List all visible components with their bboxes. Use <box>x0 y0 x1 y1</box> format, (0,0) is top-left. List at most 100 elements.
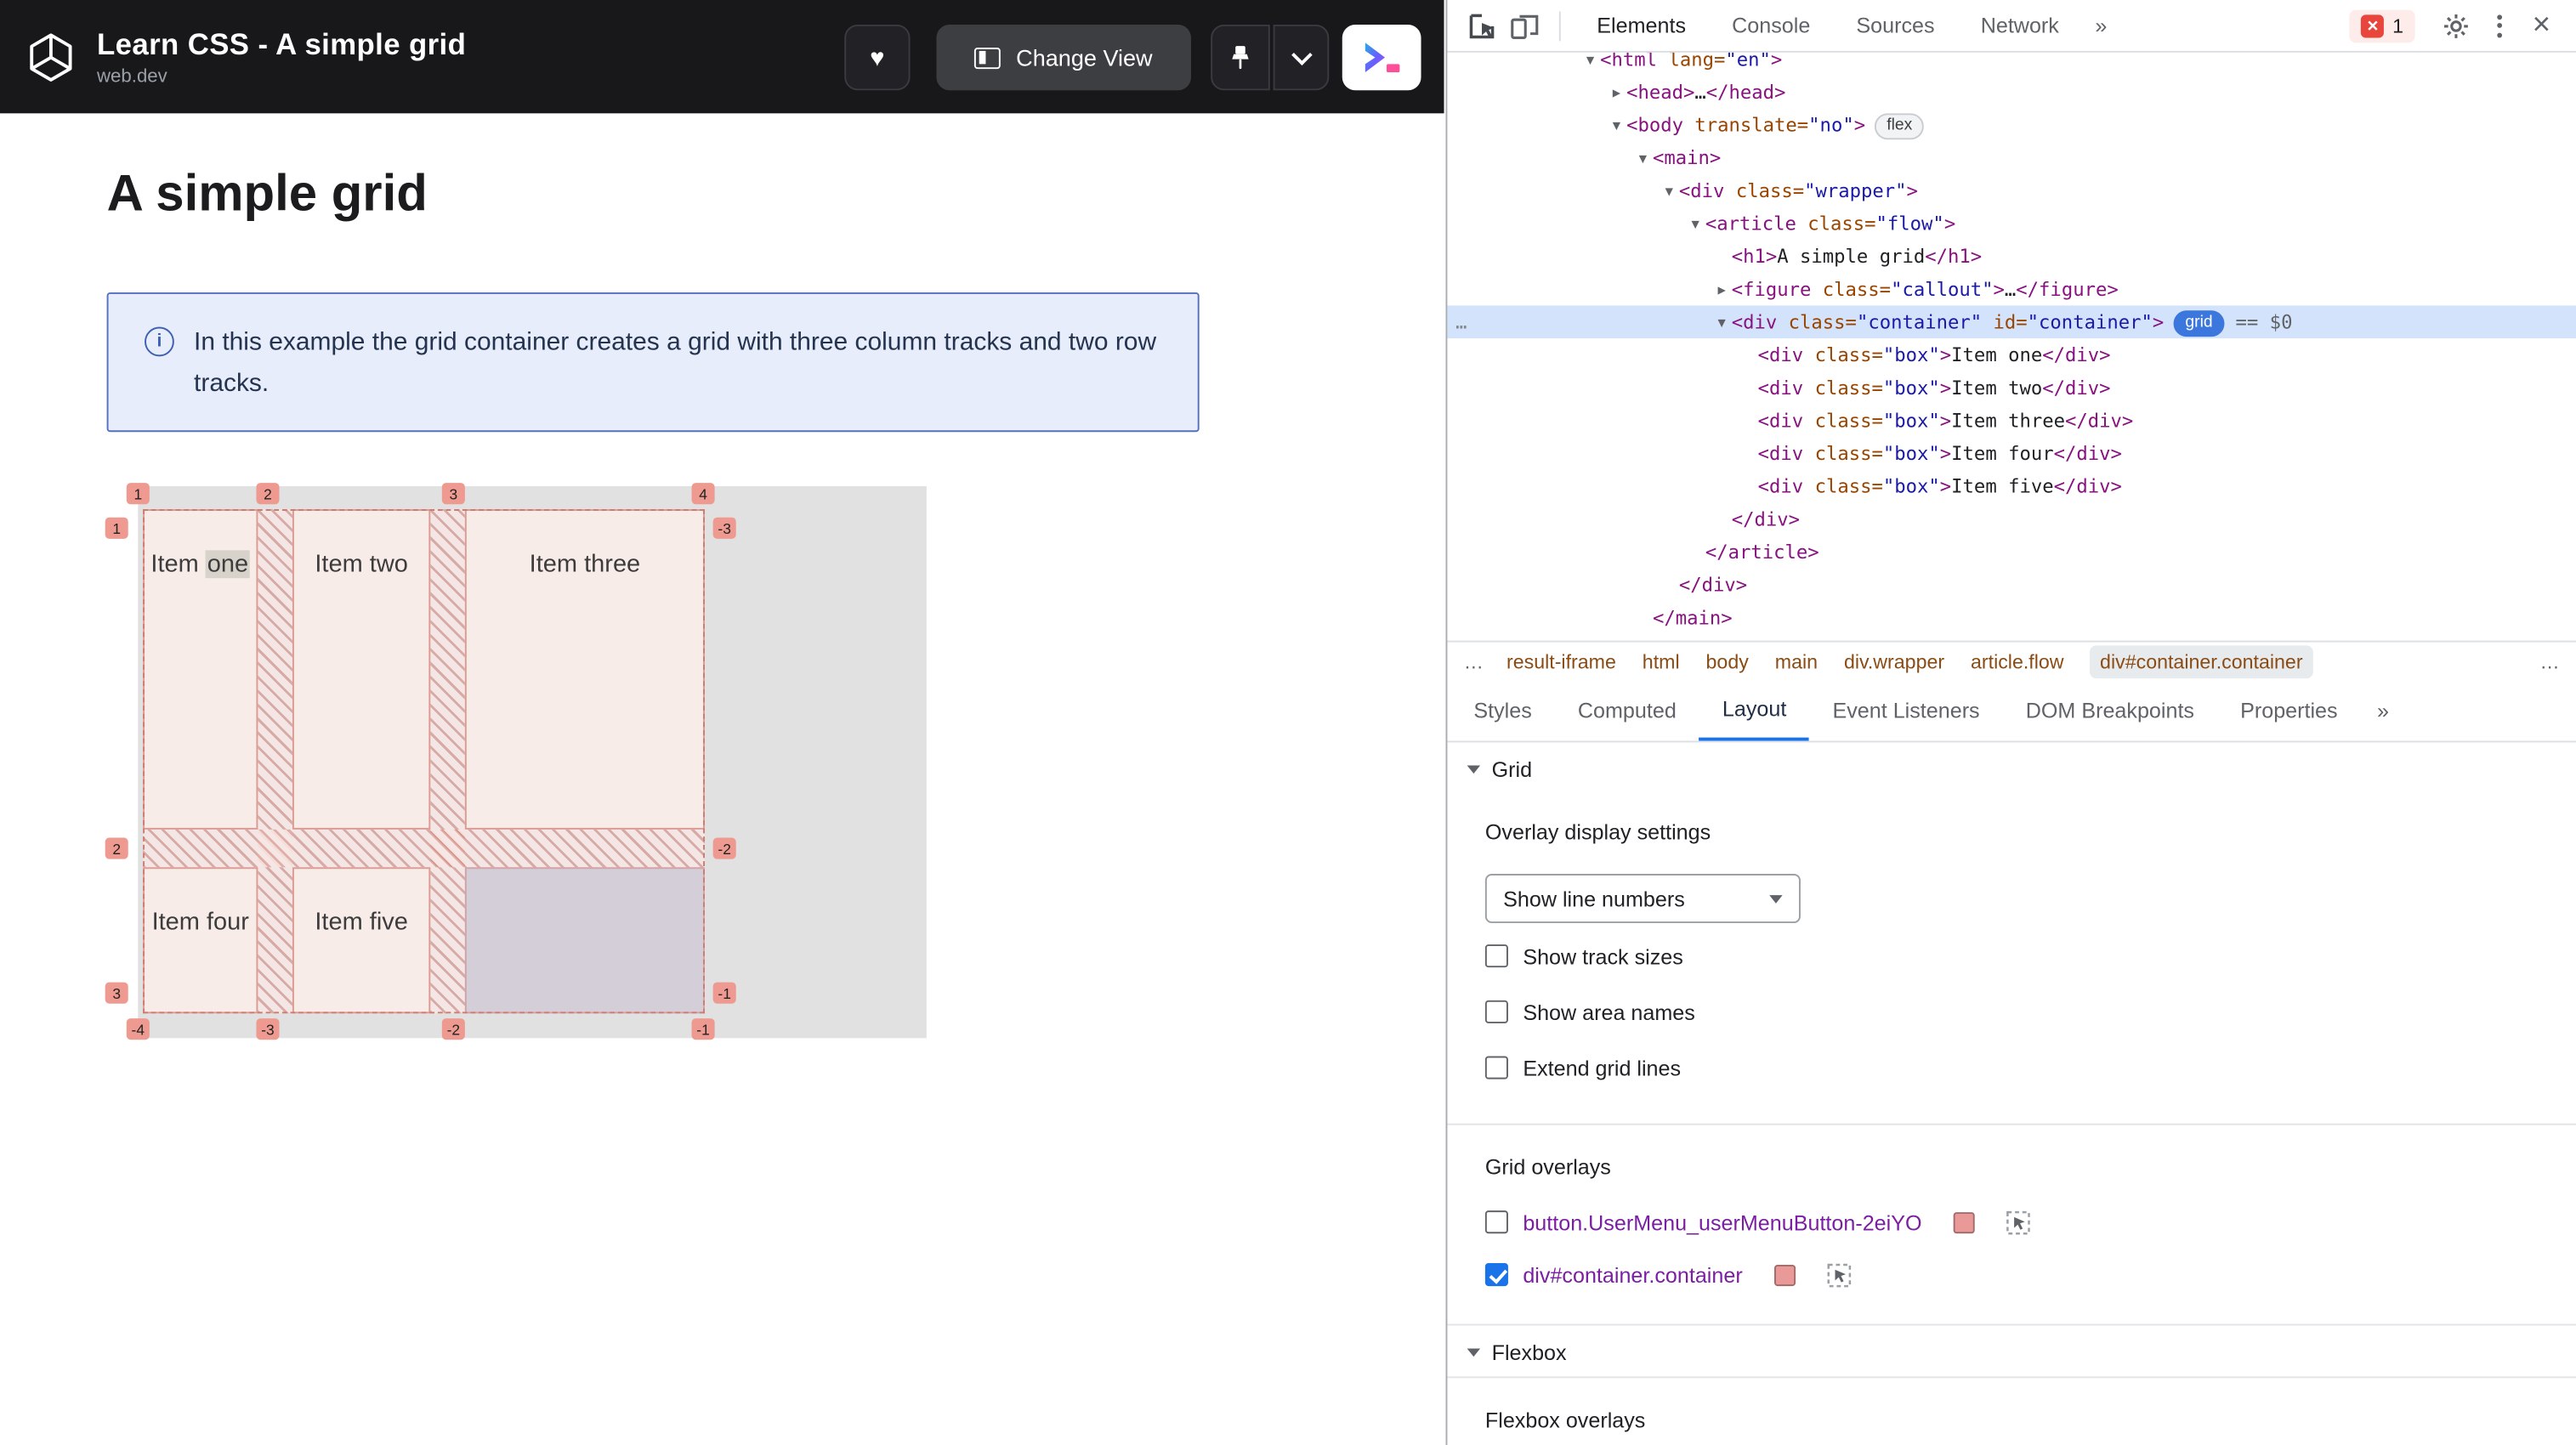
tab-dom-breakpoints[interactable]: DOM Breakpoints <box>2003 682 2217 741</box>
breadcrumb-item[interactable]: html <box>1643 650 1680 673</box>
dom-tree-line[interactable]: ▼ <div class="wrapper"> <box>1447 174 2576 207</box>
settings-button[interactable] <box>2435 4 2477 47</box>
pin-button[interactable] <box>1211 24 1270 91</box>
flexbox-section-header[interactable]: Flexbox <box>1447 1329 2576 1374</box>
grid-section-header[interactable]: Grid <box>1447 745 2576 791</box>
layout-option-row[interactable]: Extend grid lines <box>1447 1048 2576 1087</box>
remix-button[interactable] <box>1342 24 1421 91</box>
tab-layout[interactable]: Layout <box>1699 682 1810 741</box>
flex-badge[interactable]: flex <box>1875 113 1924 140</box>
dom-tree-line[interactable]: <div class="box">Item four</div> <box>1447 437 2576 470</box>
checkbox[interactable] <box>1484 944 1508 968</box>
dom-tree-line[interactable]: ▼ <main> <box>1447 141 2576 174</box>
tab-properties[interactable]: Properties <box>2217 682 2361 741</box>
dom-tree-line[interactable]: ▼ <article class="flow"> <box>1447 207 2576 240</box>
collapse-arrow-icon[interactable]: ▼ <box>1607 110 1626 143</box>
dom-tree-line[interactable]: </div> <box>1447 502 2576 536</box>
error-badge[interactable]: ✕ 1 <box>2349 8 2415 42</box>
device-toolbar-button[interactable] <box>1503 4 1546 47</box>
code-token: > <box>1993 277 2005 301</box>
checkbox[interactable] <box>1484 1263 1508 1287</box>
change-view-label: Change View <box>1016 44 1153 71</box>
site-name[interactable]: web.dev <box>97 66 466 86</box>
header-actions: ♥ Change View <box>844 24 1421 91</box>
overlay-color-swatch[interactable] <box>1953 1211 1975 1233</box>
devtools-tab-console[interactable]: Console <box>1709 0 1833 52</box>
overlay-element-label[interactable]: div#container.container <box>1523 1262 1742 1287</box>
collapse-arrow-icon[interactable]: ▼ <box>1686 208 1705 241</box>
breadcrumb-item[interactable]: main <box>1775 650 1818 673</box>
flexbox-overlays-title: Flexbox overlays <box>1484 1408 1646 1433</box>
tab-styles[interactable]: Styles <box>1450 682 1555 741</box>
dom-tree-line[interactable]: <div class="box">Item three</div> <box>1447 404 2576 437</box>
code-token: > <box>1770 52 1783 71</box>
grid-line-number: -1 <box>691 1018 715 1040</box>
code-token: "no" <box>1808 113 1854 137</box>
devtools-tab-sources[interactable]: Sources <box>1833 0 1957 52</box>
grid-badge[interactable]: grid <box>2173 310 2225 337</box>
line-menu-icon[interactable]: … <box>1455 305 1467 338</box>
code-token: <article <box>1705 212 1796 235</box>
breadcrumb-item[interactable]: article.flow <box>1971 650 2064 673</box>
dom-tree-line[interactable]: ▼ <body translate="no"> flex <box>1447 109 2576 142</box>
checkbox[interactable] <box>1484 1000 1508 1023</box>
checkbox[interactable] <box>1484 1056 1508 1080</box>
close-devtools-button[interactable]: × <box>2520 4 2562 47</box>
layout-option-row[interactable]: Show track sizes <box>1447 936 2576 975</box>
breadcrumb-item-selected[interactable]: div#container.container <box>2090 645 2313 679</box>
site-logo[interactable] <box>23 29 79 85</box>
menu-button[interactable] <box>2477 4 2520 47</box>
breadcrumb-overflow-right[interactable]: … <box>2523 650 2559 673</box>
expand-arrow-icon[interactable]: ▶ <box>1607 77 1626 110</box>
code-token: > <box>1939 409 1952 433</box>
checkbox[interactable] <box>1484 1210 1508 1234</box>
devtools-tab-elements[interactable]: Elements <box>1574 0 1709 52</box>
more-tabs-button[interactable]: » <box>2082 0 2120 52</box>
breadcrumb-item[interactable]: result-iframe <box>1506 650 1616 673</box>
devtools-tab-network[interactable]: Network <box>1958 0 2082 52</box>
dom-tree-line[interactable]: ▶ <figure class="callout">…</figure> <box>1447 273 2576 306</box>
grid-overlay-list: button.UserMenu_userMenuButton-2eiYO div#… <box>1447 1203 2576 1295</box>
tab-computed[interactable]: Computed <box>1555 682 1699 741</box>
breadcrumb-item[interactable]: div.wrapper <box>1844 650 1944 673</box>
collapse-arrow-icon[interactable]: ▼ <box>1580 53 1600 77</box>
overlay-color-swatch[interactable] <box>1773 1263 1796 1286</box>
dom-tree-line[interactable]: <h1>A simple grid</h1> <box>1447 240 2576 273</box>
breadcrumb-item[interactable]: body <box>1706 650 1749 673</box>
code-token: </div> <box>2042 376 2111 400</box>
favorite-button[interactable]: ♥ <box>844 24 911 91</box>
collapse-arrow-icon[interactable]: ▼ <box>1712 307 1732 340</box>
change-view-button[interactable]: Change View <box>936 24 1191 91</box>
dom-tree-line[interactable]: … ▼ <div class="container" id="container">… <box>1447 305 2576 340</box>
more-sidebar-tabs-button[interactable]: » <box>2361 682 2406 741</box>
inspect-cursor-icon <box>1469 13 1495 38</box>
more-options-button[interactable] <box>1273 24 1330 91</box>
expand-arrow-icon[interactable]: ▶ <box>1712 275 1732 308</box>
dom-tree-line[interactable]: </main> <box>1447 601 2576 634</box>
error-count: 1 <box>2392 14 2404 37</box>
dom-tree-line[interactable]: </div> <box>1447 569 2576 602</box>
collapse-arrow-icon[interactable]: ▼ <box>1660 176 1679 209</box>
line-numbers-select[interactable]: Show line numbers <box>1484 874 1801 924</box>
grid-overlay-row[interactable]: div#container.container <box>1447 1255 2576 1294</box>
collapse-arrow-icon[interactable]: ▼ <box>1633 143 1653 176</box>
select-element-icon[interactable] <box>2006 1210 2030 1234</box>
dom-tree-line[interactable]: </article> <box>1447 536 2576 569</box>
code-token: <head> <box>1626 80 1695 104</box>
grid-item: Item five <box>292 867 431 1014</box>
dom-tree-line[interactable]: <div class="box">Item one</div> <box>1447 338 2576 371</box>
code-token: Item four <box>1951 441 2054 465</box>
select-element-icon[interactable] <box>1826 1262 1851 1287</box>
dom-tree-line[interactable]: <div class="box">Item five</div> <box>1447 470 2576 503</box>
code-token: class= <box>1777 310 1857 334</box>
grid-overlay-row[interactable]: button.UserMenu_userMenuButton-2eiYO <box>1447 1203 2576 1242</box>
layout-option-row[interactable]: Show area names <box>1447 992 2576 1031</box>
dom-tree-line[interactable]: <div class="box">Item two</div> <box>1447 371 2576 405</box>
code-token: lang= <box>1657 52 1726 71</box>
inspect-button[interactable] <box>1461 4 1503 47</box>
breadcrumb-overflow-left[interactable]: … <box>1464 650 1484 673</box>
overlay-element-label[interactable]: button.UserMenu_userMenuButton-2eiYO <box>1523 1210 1921 1234</box>
tab-event-listeners[interactable]: Event Listeners <box>1809 682 2002 741</box>
dom-tree-line[interactable]: ▼ <html lang="en"> <box>1447 53 2576 76</box>
dom-tree-line[interactable]: ▶ <head>…</head> <box>1447 76 2576 109</box>
